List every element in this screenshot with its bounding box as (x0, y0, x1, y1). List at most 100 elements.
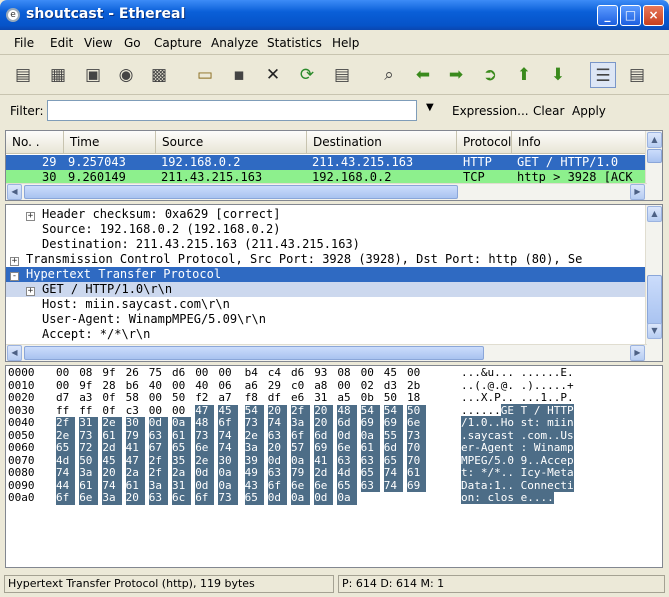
hex-byte[interactable]: 0a (218, 466, 238, 480)
open-file-icon[interactable]: ▭ (192, 62, 218, 88)
scroll-thumb[interactable] (647, 149, 662, 163)
go-first-icon[interactable]: ⬆ (511, 62, 537, 88)
hex-byte[interactable]: 6e (407, 416, 427, 430)
menu-analyze[interactable]: Analyze (211, 36, 258, 50)
hex-byte[interactable]: 2d (314, 466, 334, 480)
hex-byte[interactable]: 3a (102, 491, 122, 505)
scroll-thumb[interactable] (24, 346, 484, 360)
hex-byte[interactable]: 72 (79, 441, 99, 455)
go-forward-icon[interactable]: ➡ (443, 62, 469, 88)
details-vscroll[interactable]: ▲ ▼ (645, 205, 662, 361)
detail-row[interactable]: User-Agent: WinampMPEG/5.09\r\n (6, 312, 646, 327)
go-to-packet-icon[interactable]: ➲ (477, 62, 503, 88)
find-packet-icon[interactable]: ⌕ (376, 62, 402, 88)
hex-byte[interactable]: 74 (267, 416, 288, 430)
hex-byte[interactable]: 00 (149, 391, 168, 405)
hex-byte[interactable]: d7 (56, 391, 75, 405)
scroll-up-icon[interactable]: ▲ (647, 132, 662, 148)
hex-byte[interactable]: 6f (195, 491, 215, 505)
hex-byte[interactable]: 08 (79, 366, 98, 380)
hex-byte[interactable]: 73 (218, 491, 238, 505)
hex-byte[interactable]: 57 (291, 441, 311, 455)
hex-byte[interactable]: d6 (172, 366, 191, 380)
hex-byte[interactable]: 0d (267, 491, 288, 505)
hex-byte[interactable]: df (268, 391, 287, 405)
hex-byte[interactable]: 61 (407, 466, 427, 480)
hex-byte[interactable]: 31 (79, 416, 99, 430)
hex-byte[interactable]: 6d (337, 416, 357, 430)
detail-row[interactable]: + Transmission Control Protocol, Src Port… (6, 252, 646, 267)
hex-byte[interactable]: 69 (383, 416, 404, 430)
packet-list-vscroll[interactable]: ▲ (645, 131, 662, 200)
save-file-icon[interactable]: ▪ (226, 62, 252, 88)
close-button[interactable]: × (643, 5, 664, 26)
hex-byte[interactable]: 6d (383, 441, 404, 455)
hex-byte[interactable]: 2a (172, 466, 192, 480)
hex-ascii[interactable]: er-Agent : Winamp (461, 441, 574, 455)
clear-button[interactable]: Clear (533, 104, 564, 118)
hex-byte[interactable]: 00 (218, 366, 237, 380)
scroll-left-icon[interactable]: ◀ (7, 184, 22, 200)
hex-byte[interactable]: a3 (79, 391, 98, 405)
hex-byte[interactable]: 63 (267, 466, 288, 480)
hex-byte[interactable]: 65 (360, 466, 380, 480)
capture-options-icon[interactable]: ▦ (45, 62, 71, 88)
go-last-icon[interactable]: ⬇ (545, 62, 571, 88)
hex-byte[interactable]: 6c (172, 491, 192, 505)
hex-byte[interactable]: 0a (172, 416, 192, 430)
expand-icon[interactable]: + (10, 257, 19, 266)
hex-byte[interactable]: 00 (407, 366, 426, 380)
scroll-right-icon[interactable]: ▶ (630, 184, 645, 200)
hex-byte[interactable]: 30 (125, 416, 145, 430)
hex-byte[interactable]: d6 (291, 366, 310, 380)
hex-byte[interactable]: 74 (56, 466, 76, 480)
hex-byte[interactable]: 74 (383, 479, 404, 492)
hex-byte[interactable]: 93 (314, 366, 333, 380)
hex-byte[interactable]: 69 (314, 441, 334, 455)
maximize-button[interactable]: □ (620, 5, 641, 26)
scroll-down-icon[interactable]: ▼ (647, 323, 662, 339)
hex-ascii[interactable]: /1.0..Ho st: miin (461, 416, 574, 430)
hex-byte[interactable]: 69 (360, 416, 380, 430)
hex-byte[interactable]: 00 (195, 366, 214, 380)
hex-byte[interactable]: 20 (267, 441, 288, 455)
hex-byte[interactable]: 63 (360, 479, 380, 492)
hex-byte[interactable]: f8 (245, 391, 264, 405)
scroll-thumb[interactable] (647, 275, 662, 325)
hex-byte[interactable]: 00 (361, 366, 380, 380)
detail-row[interactable]: Host: miin.saycast.com\r\n (6, 297, 646, 312)
hex-byte[interactable]: 61 (360, 441, 380, 455)
hex-byte[interactable]: 67 (148, 441, 169, 455)
scroll-left-icon[interactable]: ◀ (7, 345, 22, 361)
column-no[interactable]: No. . (6, 131, 64, 154)
apply-button[interactable]: Apply (572, 104, 606, 118)
detail-row[interactable]: Destination: 211.43.215.163 (211.43.215.… (6, 237, 646, 252)
column-protocol[interactable]: Protocol (457, 131, 512, 154)
hex-byte[interactable]: 3a (291, 416, 311, 430)
scroll-thumb[interactable] (24, 185, 458, 199)
hex-byte[interactable]: 2f (56, 416, 76, 430)
go-back-icon[interactable]: ⬅ (410, 62, 436, 88)
hex-byte[interactable]: 00 (56, 366, 75, 380)
hex-byte[interactable]: 3a (79, 466, 99, 480)
hex-byte[interactable]: 2a (125, 466, 145, 480)
expression-button[interactable]: Expression... (452, 104, 529, 118)
menu-edit[interactable]: Edit (50, 36, 73, 50)
menu-help[interactable]: Help (332, 36, 359, 50)
hex-byte[interactable]: 6e (195, 441, 215, 455)
expand-icon[interactable]: + (26, 212, 35, 221)
packet-row[interactable]: 29 9.257043 192.168.0.2 211.43.215.163 HTTP G… (6, 155, 646, 170)
detail-row[interactable]: - Hypertext Transfer Protocol (6, 267, 646, 282)
hex-byte[interactable]: 63 (148, 491, 169, 505)
detail-row[interactable]: + Header checksum: 0xa629 [correct] (6, 207, 646, 222)
hex-byte[interactable]: a7 (218, 391, 237, 405)
hex-byte[interactable]: 4d (337, 466, 357, 480)
detail-row[interactable]: Accept: */*\r\n (6, 327, 646, 342)
detail-row[interactable]: Source: 192.168.0.2 (192.168.0.2) (6, 222, 646, 237)
hex-byte[interactable]: 58 (126, 391, 145, 405)
hex-byte[interactable]: 2e (102, 416, 122, 430)
stop-capture-icon[interactable]: ◉ (113, 62, 139, 88)
hex-byte[interactable]: 0f (102, 391, 121, 405)
scroll-up-icon[interactable]: ▲ (647, 206, 662, 222)
packet-list-hscroll[interactable]: ◀ ▶ (6, 183, 647, 200)
